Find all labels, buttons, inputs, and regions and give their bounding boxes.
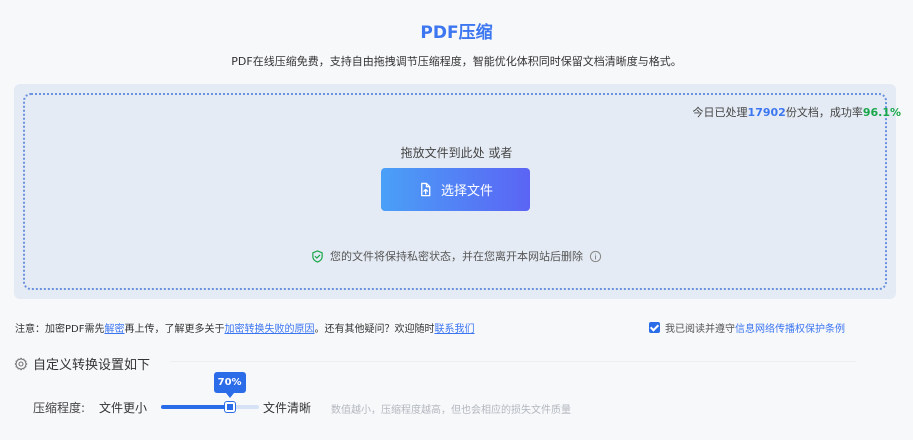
encryption-notice: 注意：加密PDF需先解密再上传，了解更多关于加密转换失败的原因。还有其他疑问？欢… <box>15 320 474 335</box>
notice-prefix: 注意：加密PDF需先 <box>15 324 105 335</box>
compression-slider[interactable] <box>161 402 259 412</box>
choose-file-button[interactable]: 选择文件 <box>381 168 530 211</box>
settings-divider <box>170 361 856 362</box>
agreement-prefix: 我已阅读并遵守 <box>665 324 735 335</box>
file-upload-icon <box>421 182 431 197</box>
clearer-file-hint: 文件清晰 <box>263 401 312 415</box>
decrypt-link[interactable]: 解密 <box>104 324 124 335</box>
processing-stats: 今日已处理17902份文档，成功率96.1% <box>693 104 901 120</box>
agreement: 我已阅读并遵守信息网络传播权保护条例 <box>649 320 845 335</box>
notice-middle: 再上传，了解更多关于 <box>124 324 225 335</box>
privacy-notice: 您的文件将保持私密状态，并在您离开本网站后删除 <box>0 248 913 264</box>
stats-count: 17902 <box>747 106 786 119</box>
choose-file-label: 选择文件 <box>440 184 493 199</box>
agreement-link[interactable]: 信息网络传播权保护条例 <box>735 324 845 335</box>
slider-value-tooltip: 70% <box>213 372 246 398</box>
settings-heading: 自定义转换设置如下 <box>14 354 150 373</box>
failure-reason-link[interactable]: 加密转换失败的原因 <box>224 324 314 335</box>
stats-success-rate: 96.1% <box>862 106 901 119</box>
contact-link[interactable]: 联系我们 <box>434 324 474 335</box>
smaller-file-hint: 文件更小 <box>99 401 148 415</box>
compression-description: 数值越小，压缩程度越高，但也会相应的损失文件质量 <box>331 405 571 416</box>
agreement-checkbox[interactable] <box>649 322 660 333</box>
gear-icon <box>14 357 28 370</box>
stats-prefix: 今日已处理 <box>692 106 748 119</box>
compression-level-label: 压缩程度: <box>33 401 86 415</box>
page-title: PDF压缩 <box>420 23 493 43</box>
notice-suffix: 。还有其他疑问？欢迎随时 <box>314 324 435 335</box>
info-icon[interactable] <box>589 250 602 263</box>
settings-heading-text: 自定义转换设置如下 <box>33 358 151 373</box>
shield-check-icon <box>312 249 323 263</box>
privacy-text: 您的文件将保持私密状态，并在您离开本网站后删除 <box>330 250 583 263</box>
slider-handle[interactable] <box>224 402 235 412</box>
slider-fill <box>161 405 230 409</box>
stats-mid: 份文档，成功率 <box>785 106 863 119</box>
drop-hint: 拖放文件到此处 或者 <box>400 146 513 160</box>
page-subtitle: PDF在线压缩免费，支持自由拖拽调节压缩程度，智能优化体积同时保留文档清晰度与格… <box>231 55 682 68</box>
